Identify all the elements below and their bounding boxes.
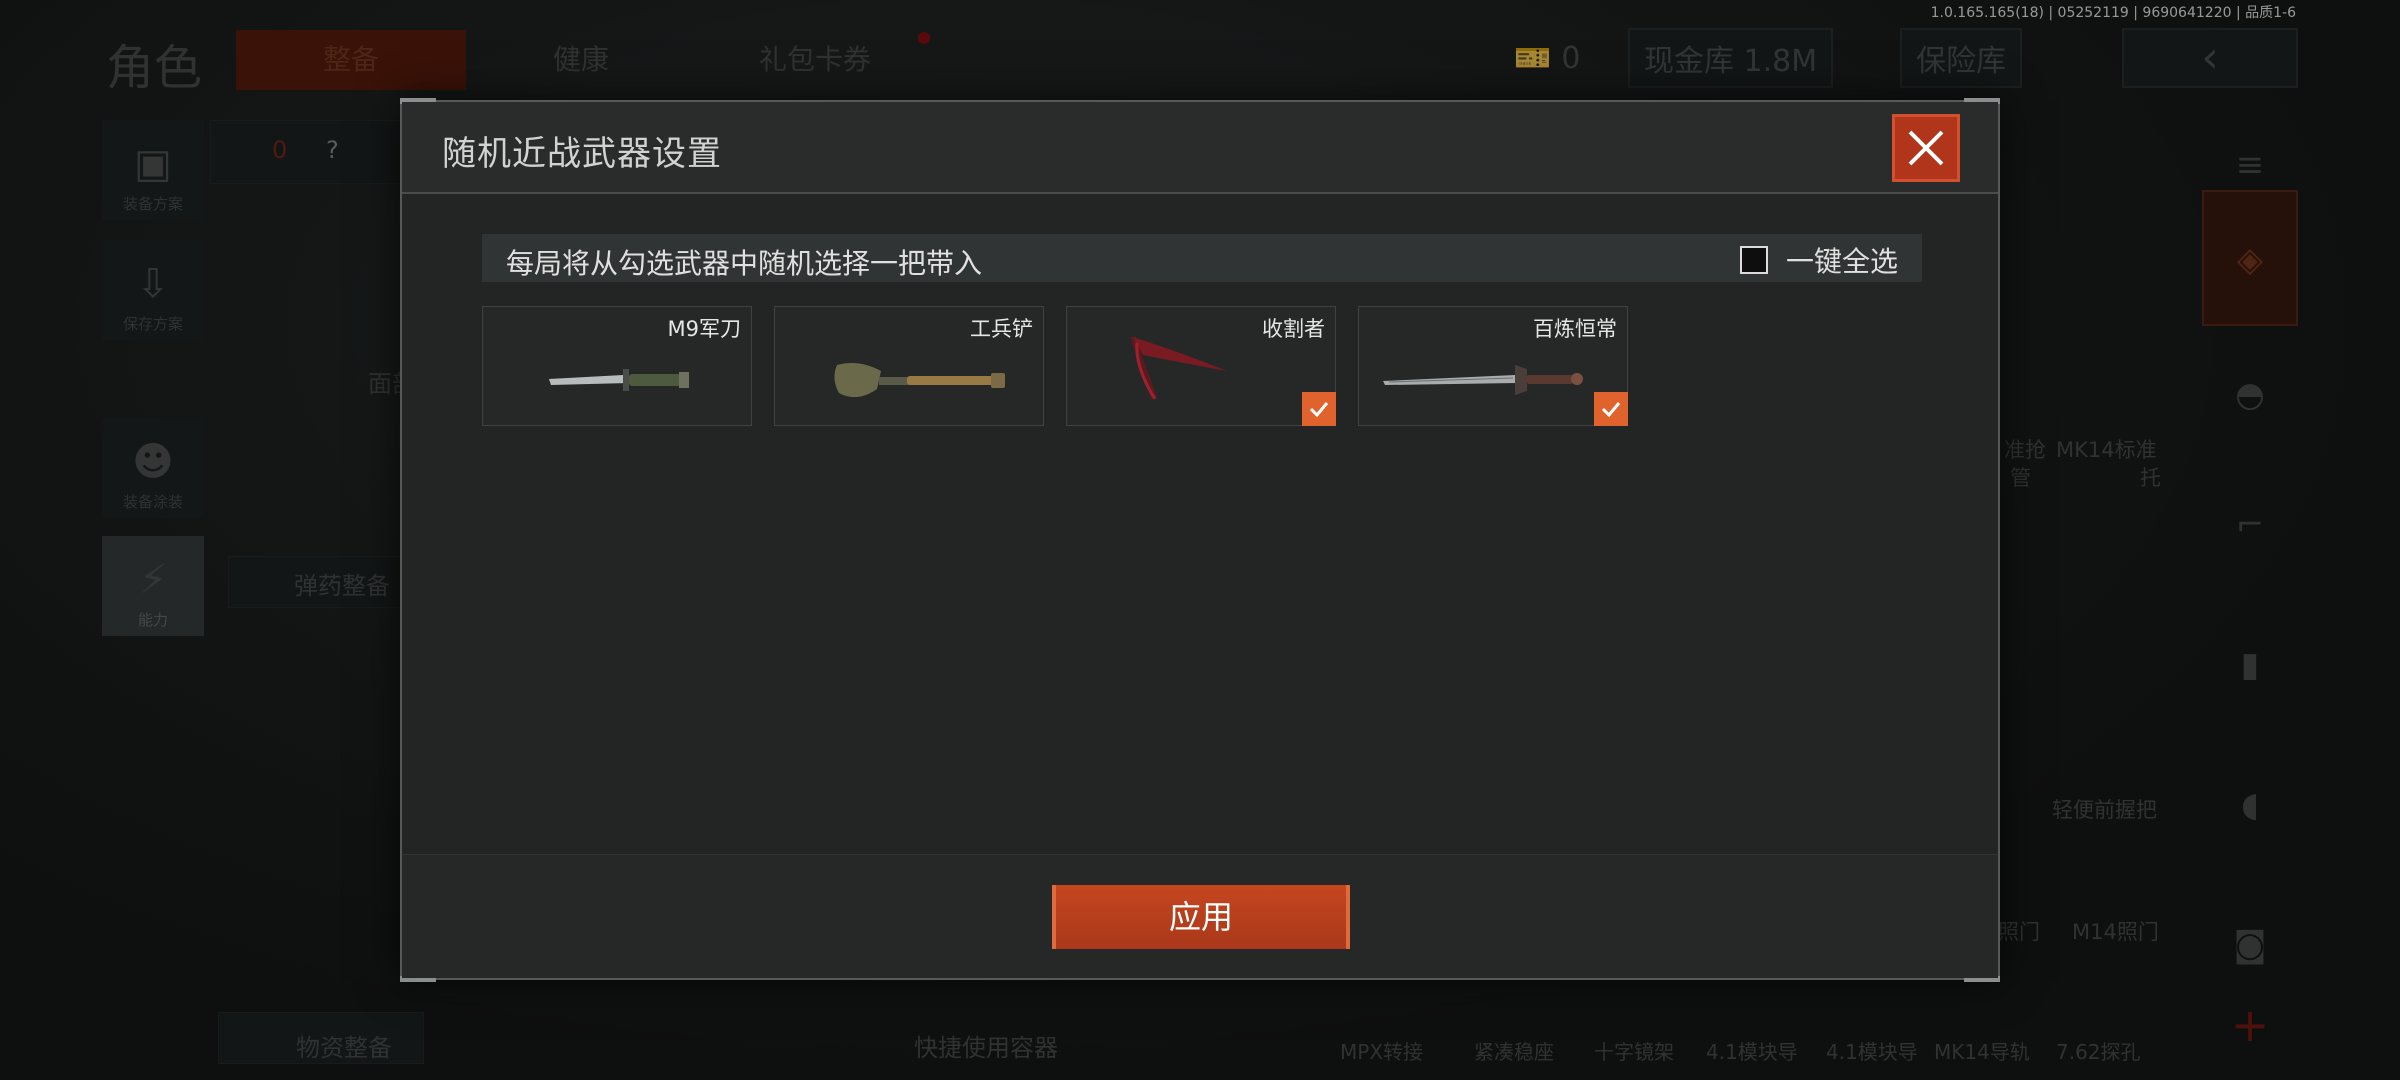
- random-melee-dialog: 随机近战武器设置 每局将从勾选武器中随机选择一把带入 一键全选 M9军刀 工兵铲: [400, 98, 2000, 982]
- shovel-icon: [834, 363, 1005, 398]
- close-button[interactable]: [1892, 114, 1960, 182]
- select-all-checkbox[interactable]: [1739, 246, 1768, 274]
- knife-icon: [549, 369, 689, 391]
- weapon-card-shovel[interactable]: 工兵铲: [774, 306, 1044, 426]
- hint-bar: 每局将从勾选武器中随机选择一把带入 一键全选: [482, 234, 1922, 282]
- weapon-selected-checkbox[interactable]: [1302, 392, 1336, 426]
- hint-text: 每局将从勾选武器中随机选择一把带入: [506, 247, 983, 280]
- checkmark-icon: [1309, 402, 1329, 418]
- weapon-selected-checkbox[interactable]: [1594, 392, 1628, 426]
- weapon-card-sword[interactable]: 百炼恒常: [1358, 306, 1628, 426]
- dialog-header: 随机近战武器设置: [402, 102, 1998, 194]
- weapon-card-reaper[interactable]: 收割者: [1066, 306, 1336, 426]
- scythe-icon: [1130, 337, 1227, 400]
- sword-icon: [1383, 365, 1583, 395]
- select-all-toggle[interactable]: 一键全选: [1739, 240, 1898, 280]
- weapon-card-m9-knife[interactable]: M9军刀: [482, 306, 752, 426]
- select-all-label: 一键全选: [1785, 245, 1898, 278]
- apply-button[interactable]: 应用: [1052, 885, 1350, 949]
- dialog-title: 随机近战武器设置: [442, 134, 722, 174]
- close-icon: [1908, 130, 1944, 166]
- dialog-footer: 应用: [402, 854, 1998, 978]
- checkmark-icon: [1601, 402, 1621, 418]
